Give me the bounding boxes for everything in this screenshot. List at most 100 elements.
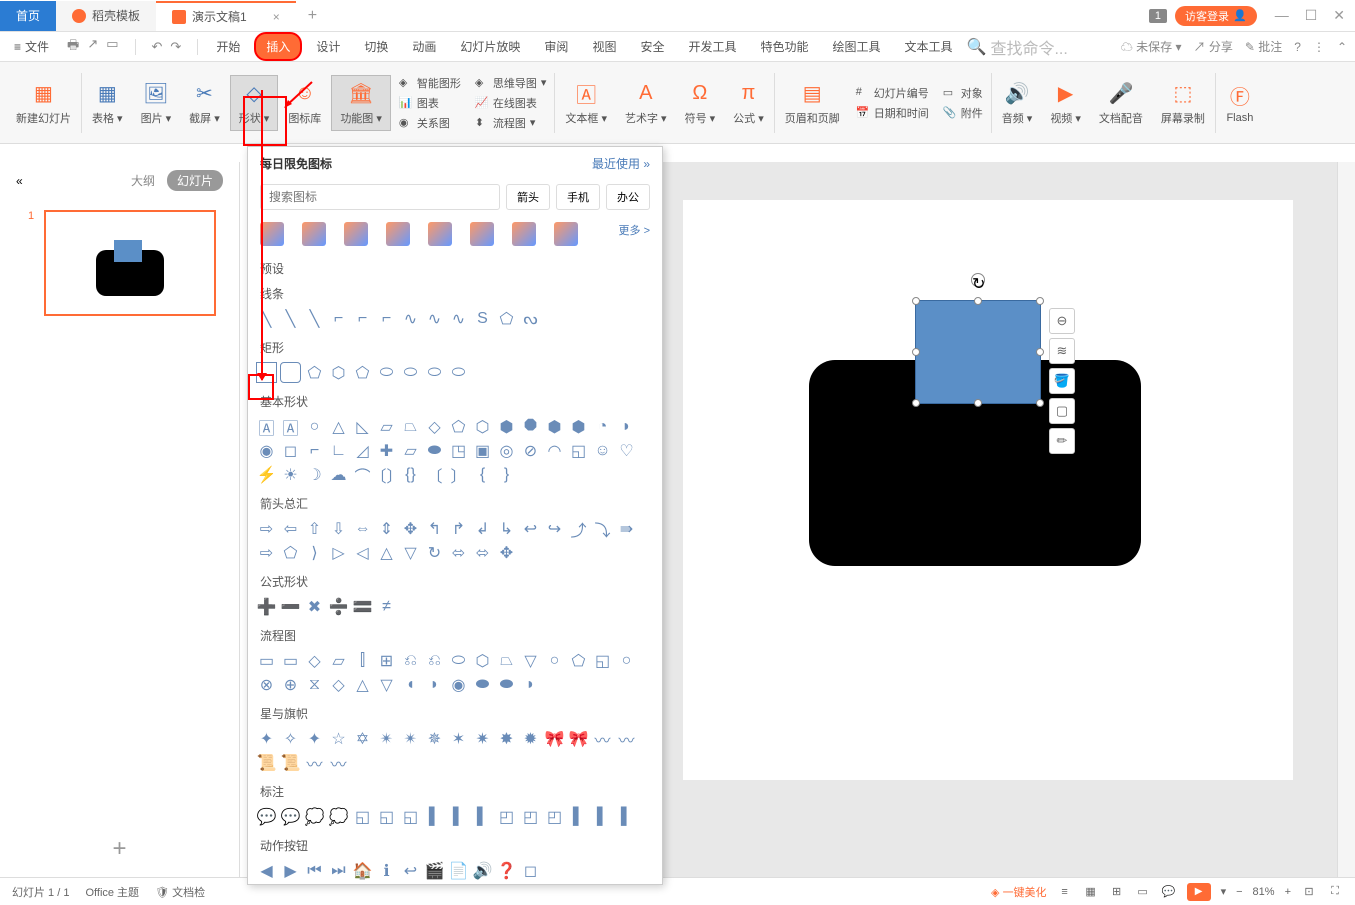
ribbon-wordart[interactable]: A艺术字 ▾ — [617, 76, 675, 130]
shape-frame[interactable]: ◻ — [280, 440, 301, 461]
shape-snip-rect[interactable]: ⬡ — [328, 362, 349, 383]
recent-link[interactable]: 最近使用 » — [592, 155, 650, 172]
ribbon-flash[interactable]: ⒻFlash — [1218, 78, 1262, 128]
shape-dodecagon[interactable]: ⬢ — [568, 416, 589, 437]
free-icon[interactable] — [302, 222, 326, 246]
shape-action-back[interactable]: ◀ — [256, 860, 277, 881]
shape-callout-noborder2[interactable]: ◰ — [520, 806, 541, 827]
shape-noentry[interactable]: ⊘ — [520, 440, 541, 461]
file-menu[interactable]: ≡ 文件 — [8, 38, 55, 55]
shape-arrow-ud[interactable]: ⇕ — [376, 518, 397, 539]
shape-star16[interactable]: ✷ — [472, 728, 493, 749]
shape-action-movie[interactable]: 🎬 — [424, 860, 445, 881]
shape-parallelogram[interactable]: ▱ — [376, 416, 397, 437]
shape-scroll-v[interactable]: 📜 — [256, 752, 277, 773]
shape-curve[interactable]: ∿ — [448, 308, 469, 329]
shape-textbox-v[interactable]: 🄰 — [280, 416, 301, 437]
menu-features[interactable]: 特色功能 — [750, 34, 818, 59]
shape-flow-internal[interactable]: ⊞ — [376, 650, 397, 671]
float-tool-fill[interactable]: 🪣 — [1049, 368, 1075, 394]
shape-triangle[interactable]: △ — [328, 416, 349, 437]
shape-flow-collate[interactable]: ⧖ — [304, 674, 325, 695]
shape-doublewave[interactable]: 〰 — [328, 752, 349, 773]
free-icon[interactable] — [386, 222, 410, 246]
menu-drawtools[interactable]: 绘图工具 — [823, 34, 891, 59]
shape-connector[interactable]: ⌐ — [328, 308, 349, 329]
shape-flow-multidoc[interactable]: ⎌ — [424, 650, 445, 671]
shape-donut[interactable]: ◎ — [496, 440, 517, 461]
shape-flow-alt[interactable]: ▭ — [280, 650, 301, 671]
shape-freeform[interactable]: ⬠ — [496, 308, 517, 329]
shape-arrow-callout[interactable]: ⬄ — [472, 542, 493, 563]
shape-arrow-right[interactable]: ⇨ — [256, 518, 277, 539]
shape-arrow-callout[interactable]: ▷ — [328, 542, 349, 563]
menu-devtools[interactable]: 开发工具 — [678, 34, 746, 59]
shape-callout-line1[interactable]: ◱ — [352, 806, 373, 827]
shape-connector[interactable]: ⌐ — [352, 308, 373, 329]
shape-star6[interactable]: ✡ — [352, 728, 373, 749]
free-icon[interactable] — [344, 222, 368, 246]
ribbon-formula[interactable]: π公式 ▾ — [725, 76, 772, 130]
tab-home[interactable]: 首页 — [0, 1, 56, 31]
fit-icon[interactable]: ⊡ — [1301, 884, 1317, 900]
shape-rounded-rect[interactable] — [280, 362, 301, 383]
save-icon[interactable]: 🖶 — [67, 36, 79, 58]
shape-folded[interactable]: ◱ — [568, 440, 589, 461]
shape-line[interactable]: ╲ — [280, 308, 301, 329]
shape-flow-manual[interactable]: ⏢ — [496, 650, 517, 671]
shape-star12[interactable]: ✶ — [448, 728, 469, 749]
shape-callout-accentbar2[interactable]: ▌ — [592, 806, 613, 827]
shape-octagon[interactable]: ⯃ — [520, 416, 541, 437]
shape-action-help[interactable]: ❓ — [496, 860, 517, 881]
shape-arc[interactable]: ◠ — [544, 440, 565, 461]
shape-bevel[interactable]: ▣ — [472, 440, 493, 461]
slide-thumbnail[interactable] — [44, 210, 216, 316]
shape-action-doc[interactable]: 📄 — [448, 860, 469, 881]
menu-animation[interactable]: 动画 — [402, 34, 446, 59]
shape-flow-data[interactable]: ▱ — [328, 650, 349, 671]
ribbon-new-slide[interactable]: ▦新建幻灯片 — [8, 76, 79, 130]
ribbon-textbox[interactable]: 🄰文本框 ▾ — [557, 76, 615, 130]
maximize-icon[interactable]: ☐ — [1305, 7, 1318, 24]
shape-star10[interactable]: ✵ — [424, 728, 445, 749]
shape-callout-noborder3[interactable]: ◰ — [544, 806, 565, 827]
shape-star-explosion2[interactable]: ✧ — [280, 728, 301, 749]
shape-brace[interactable]: {} — [400, 464, 421, 485]
menu-design[interactable]: 设计 — [306, 34, 350, 59]
view-reading-icon[interactable]: ▭ — [1135, 884, 1151, 900]
beautify-button[interactable]: ◈ 一键美化 — [991, 884, 1047, 900]
notification-badge[interactable]: 1 — [1149, 9, 1167, 23]
free-icon[interactable] — [260, 222, 284, 246]
shape-flow-prep[interactable]: ⬡ — [472, 650, 493, 671]
close-window-icon[interactable]: ✕ — [1333, 7, 1345, 24]
tab-templates[interactable]: 稻壳模板 — [56, 1, 156, 31]
help-icon[interactable]: ? — [1294, 40, 1301, 54]
shape-arrow-bent[interactable]: ↲ — [472, 518, 493, 539]
shape-ribbon-curved2[interactable]: 〰 — [616, 728, 637, 749]
shape-hexagon[interactable]: ⬡ — [472, 416, 493, 437]
shape-flow-offpage[interactable]: ⬠ — [568, 650, 589, 671]
shape-action-home[interactable]: 🏠 — [352, 860, 373, 881]
resize-handle-ne[interactable] — [1036, 297, 1044, 305]
view-sorter-icon[interactable]: ⊞ — [1109, 884, 1125, 900]
free-icon[interactable] — [512, 222, 536, 246]
shape-arrow-striped[interactable]: ⇛ — [616, 518, 637, 539]
slide-canvas[interactable]: ↻ ⊖ ≋ 🪣 ▢ ✏ — [683, 200, 1293, 780]
collapse-ribbon-icon[interactable]: ⌃ — [1337, 40, 1347, 54]
ribbon-header-footer[interactable]: ▤页眉和页脚 — [777, 76, 848, 130]
ribbon-attachment[interactable]: 📎附件 — [943, 105, 983, 121]
shape-flow-card[interactable]: ◱ — [592, 650, 613, 671]
shape-flow-seqaccess[interactable]: ◉ — [448, 674, 469, 695]
shape-arrow-curved[interactable]: ⤵ — [592, 518, 613, 539]
ribbon-smart-graphic[interactable]: ◈智能图形 — [399, 75, 461, 91]
shape-pie[interactable]: ◔ — [592, 416, 613, 437]
ribbon-flowchart[interactable]: ⬍流程图 ▾ — [475, 115, 547, 131]
slideshow-dropdown[interactable]: ▾ — [1221, 885, 1227, 898]
shape-ribbon-curved[interactable]: 〰 — [592, 728, 613, 749]
resize-handle-n[interactable] — [974, 297, 982, 305]
ribbon-image[interactable]: 🖼图片 ▾ — [133, 76, 180, 130]
shape-arrow-bent[interactable]: ↰ — [424, 518, 445, 539]
shape-curve[interactable]: ∿ — [424, 308, 445, 329]
resize-handle-se[interactable] — [1036, 399, 1044, 407]
shape-plaque[interactable]: ⏥ — [400, 440, 421, 461]
